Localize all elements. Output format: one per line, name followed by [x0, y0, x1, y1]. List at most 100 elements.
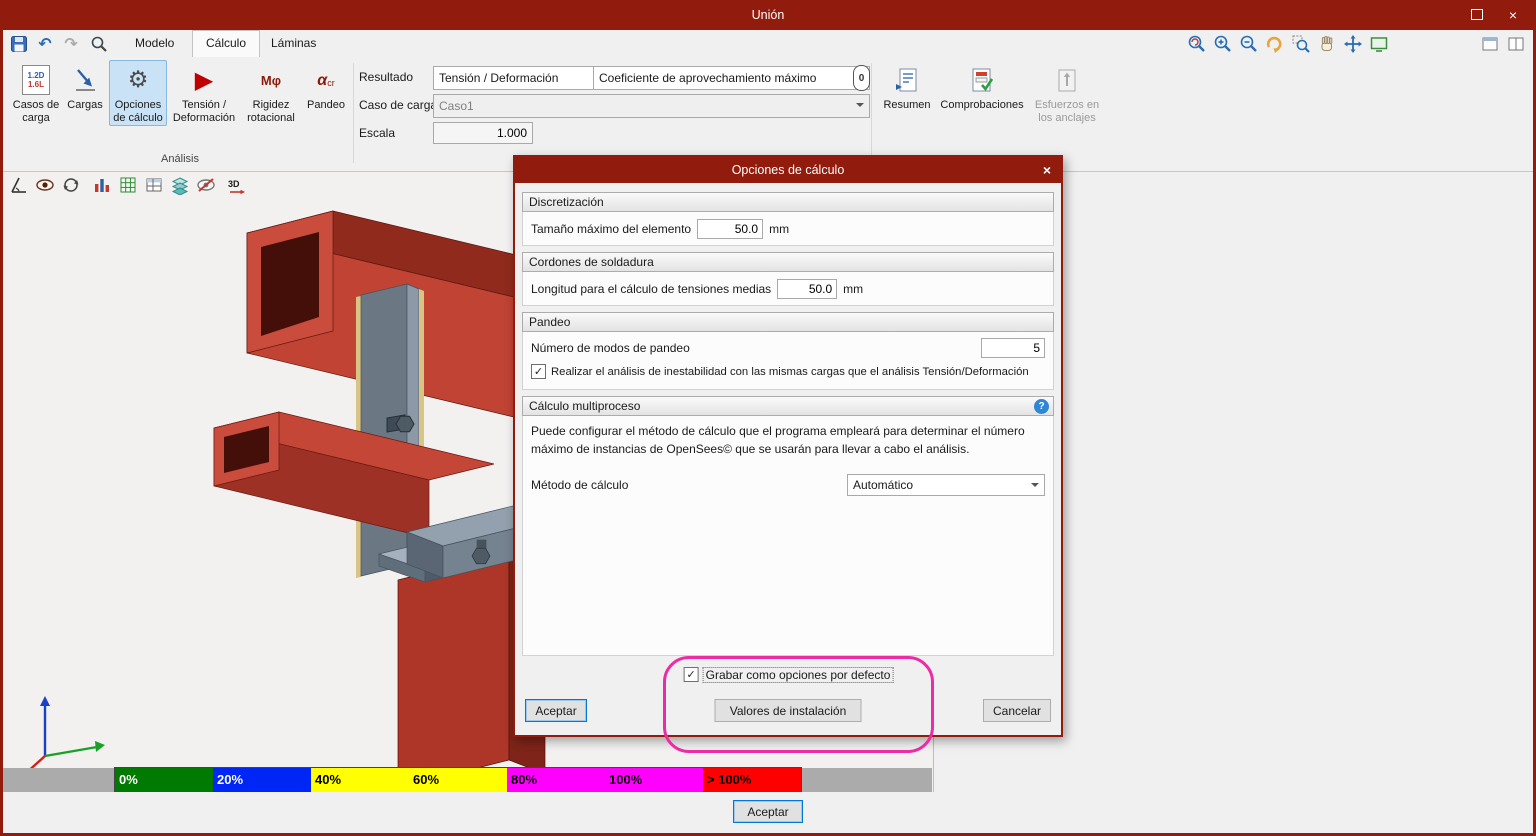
instability-checkbox-label: Realizar el análisis de inestabilidad co… [551, 365, 1029, 378]
check-icon: ✓ [533, 365, 544, 378]
ribbon-buckling-button[interactable]: α cr Pandeo [303, 60, 349, 112]
save-as-default-checkbox[interactable]: ✓ [683, 667, 699, 682]
maximize-button[interactable] [1460, 0, 1494, 30]
internal-forces-button[interactable] [91, 174, 113, 196]
redo-icon: ↷ [64, 33, 78, 53]
dialog-accept-button[interactable]: Aceptar [525, 699, 587, 722]
instability-checkbox[interactable]: ✓ [531, 364, 546, 379]
ribbon-loads-button[interactable]: Cargas [63, 60, 107, 112]
layers-button[interactable] [169, 174, 191, 196]
multiprocess-panel: Puede configurar el método de cálculo qu… [522, 416, 1054, 656]
resultado-label: Resultado [359, 70, 414, 84]
redo-button[interactable]: ↷ [60, 33, 82, 54]
layout-split-icon [1508, 37, 1524, 51]
orbit-button[interactable] [60, 174, 82, 196]
fit-screen-icon [1370, 37, 1388, 52]
buckling-header: Pandeo [522, 312, 1054, 332]
dialog-cancel-button[interactable]: Cancelar [983, 699, 1051, 722]
dialog-close-icon[interactable]: × [1043, 157, 1051, 183]
ribbon-resumen-button[interactable]: Resumen [881, 60, 933, 112]
caso-combo: Caso1 [433, 94, 870, 118]
redraw-button[interactable] [1263, 34, 1287, 54]
main-accept-button[interactable]: Aceptar [733, 800, 803, 823]
ribbon-rotational-stiffness-button[interactable]: Mφ Rigidez rotacional [241, 60, 301, 125]
dialog-titlebar[interactable]: Opciones de cálculo × [515, 157, 1061, 183]
measure-axes-icon [11, 177, 26, 193]
summary-report-icon [896, 68, 917, 92]
tab-calculo[interactable]: Cálculo [192, 30, 261, 58]
ribbon-esfuerzos-anclajes-button: Esfuerzos en los anclajes [1033, 60, 1101, 125]
window-border-left [0, 0, 3, 836]
pan-hand-icon [1321, 36, 1333, 51]
hide-elements-button[interactable] [195, 174, 217, 196]
calc-options-dialog: Opciones de cálculo × Discretización Tam… [513, 155, 1063, 737]
bottom-bar: Aceptar [3, 792, 1533, 833]
view-3d-icon: 3D [228, 179, 245, 195]
fit-screen-button[interactable] [1367, 34, 1391, 54]
max-element-size-label: Tamaño máximo del elemento [531, 221, 692, 236]
caso-de-carga-label: Caso de carga [359, 98, 438, 112]
dialog-body: Discretización Tamaño máximo del element… [515, 183, 1061, 735]
help-icon[interactable]: ? [1034, 399, 1049, 414]
window-title: Unión [751, 8, 785, 22]
loads-icon [76, 69, 95, 91]
weld-length-label: Longitud para el cálculo de tensiones me… [531, 281, 772, 296]
escala-label: Escala [359, 126, 396, 140]
save-button[interactable] [8, 33, 30, 54]
move-view-button[interactable] [1341, 34, 1365, 54]
layout-split-button[interactable] [1504, 34, 1528, 54]
check-icon: ✓ [686, 668, 696, 681]
ribbon-calc-options-button[interactable]: ⚙ Opciones de cálculo [109, 60, 167, 126]
search-icon [91, 36, 107, 52]
ribbon-comprobaciones-button[interactable]: Comprobaciones [935, 60, 1029, 112]
discretization-panel: Tamaño máximo del elemento mm [522, 212, 1054, 246]
dialog-title: Opciones de cálculo [731, 163, 845, 177]
view-3d-button[interactable]: 3D [225, 174, 247, 196]
gear-icon: ⚙ [127, 66, 149, 93]
discretization-header: Discretización [522, 192, 1054, 212]
calc-method-combo[interactable]: Automático [847, 474, 1045, 496]
ribbon-stress-strain-button[interactable]: ▶ Tensión / Deformación [169, 60, 239, 125]
layout-single-icon [1482, 37, 1498, 51]
weld-length-input[interactable] [777, 278, 838, 299]
mesh-button[interactable] [117, 174, 139, 196]
save-as-default-label[interactable]: Grabar como opciones por defecto [702, 666, 894, 683]
escala-input[interactable] [433, 122, 533, 144]
save-icon [11, 35, 27, 52]
resultado-combo[interactable]: Tensión / Deformación [433, 66, 610, 90]
utilization-scale: 0% 20% 40% 60% 80% 100% > 100% [3, 767, 932, 793]
scale-segment: 60% [409, 768, 507, 792]
scale-segment: > 100% [703, 768, 801, 792]
toggle-units-button[interactable]: 0 [853, 65, 870, 91]
close-button[interactable]: × [1496, 0, 1530, 30]
hide-eye-icon [197, 178, 215, 192]
coeficiente-combo[interactable]: Coeficiente de aprovechamiento máximo [593, 66, 870, 90]
zoom-previous-button[interactable] [1185, 34, 1209, 54]
svg-text:3D: 3D [228, 179, 240, 189]
save-default-row: ✓ Grabar como opciones por defecto [683, 666, 894, 683]
visibility-button[interactable] [34, 174, 56, 196]
results-table-button[interactable] [143, 174, 165, 196]
layout-single-button[interactable] [1478, 34, 1502, 54]
window-titlebar[interactable]: Unión × [0, 0, 1536, 30]
tab-modelo[interactable]: Modelo [122, 30, 187, 57]
maximize-icon [1471, 9, 1483, 20]
buckling-modes-input[interactable] [981, 338, 1045, 358]
undo-button[interactable]: ↶ [34, 33, 56, 54]
tab-laminas[interactable]: Láminas [258, 30, 329, 57]
checks-report-icon [972, 68, 994, 92]
ribbon-load-cases-button[interactable]: 1.2D 1.6L Casos de carga [11, 60, 61, 125]
scale-segment: 40% [311, 768, 409, 792]
chevron-down-icon [856, 103, 864, 111]
ribbon-separator-1 [353, 63, 354, 163]
zoom-out-button[interactable] [1237, 34, 1261, 54]
welds-panel: Longitud para el cálculo de tensiones me… [522, 272, 1054, 306]
buckling-panel: Número de modos de pandeo ✓ Realizar el … [522, 332, 1054, 390]
find-button[interactable] [88, 33, 110, 54]
zoom-in-button[interactable] [1211, 34, 1235, 54]
installation-values-button[interactable]: Valores de instalación [714, 699, 862, 722]
zoom-window-button[interactable] [1289, 34, 1313, 54]
pan-button[interactable] [1315, 34, 1339, 54]
measure-axes-button[interactable] [8, 174, 30, 196]
max-element-size-input[interactable] [697, 218, 764, 239]
